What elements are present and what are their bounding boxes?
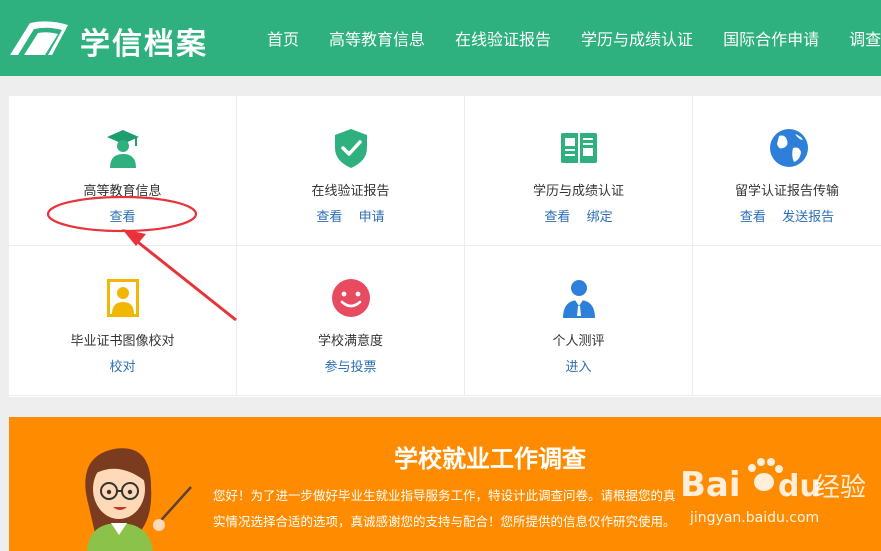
logo[interactable]: 学信档案: [8, 14, 206, 64]
service-label: 学历与成绩认证: [532, 184, 624, 199]
send-report-link[interactable]: 发送报告: [782, 210, 834, 225]
service-study-abroad-report: 留学认证报告传输 查看 发送报告: [693, 96, 881, 246]
nav-higher-education[interactable]: 高等教育信息: [314, 26, 440, 50]
logo-book-icon: [10, 21, 68, 55]
nav-home[interactable]: 首页: [252, 26, 314, 50]
view-link[interactable]: 查看: [740, 210, 766, 225]
portrait-icon: [106, 279, 139, 317]
shield-check-icon: [334, 129, 367, 168]
nav-online-verification[interactable]: 在线验证报告: [440, 26, 566, 50]
book-icon: [560, 133, 597, 163]
view-link[interactable]: 查看: [109, 210, 135, 225]
service-higher-education: 高等教育信息 查看: [9, 96, 237, 246]
nav-survey[interactable]: 调查/: [834, 26, 881, 50]
service-personal-assessment: 个人测评 进入: [465, 246, 693, 396]
person-icon: [562, 280, 595, 318]
enter-link[interactable]: 进入: [565, 360, 591, 375]
service-diploma-image-check: 毕业证书图像校对 校对: [9, 246, 237, 396]
banner-text-line-1: 您好！为了进一步做好毕业生就业指导服务工作，特设计此调查问卷。请根据您的真: [213, 488, 676, 503]
banner-title: 学校就业工作调查: [394, 445, 586, 473]
globe-icon: [770, 129, 808, 167]
logo-text: 学信档案: [80, 27, 208, 62]
service-label: 毕业证书图像校对: [70, 334, 175, 349]
service-label: 个人测评: [552, 334, 605, 349]
service-school-satisfaction: 学校满意度 参与投票: [237, 246, 465, 396]
service-certification: 学历与成绩认证 查看 绑定: [465, 96, 693, 246]
view-link[interactable]: 查看: [544, 210, 570, 225]
service-label: 留学认证报告传输: [734, 184, 839, 199]
smiley-icon: [331, 279, 370, 317]
main-nav: 首页 高等教育信息 在线验证报告 学历与成绩认证 国际合作申请 调查/: [252, 0, 881, 76]
nav-international[interactable]: 国际合作申请: [708, 26, 834, 50]
vote-link[interactable]: 参与投票: [324, 360, 376, 375]
nav-certification[interactable]: 学历与成绩认证: [566, 26, 708, 50]
apply-link[interactable]: 申请: [359, 210, 385, 225]
top-header: 学信档案 首页 高等教育信息 在线验证报告 学历与成绩认证 国际合作申请 调查/: [0, 0, 881, 76]
bind-link[interactable]: 绑定: [587, 210, 613, 225]
view-link[interactable]: 查看: [316, 210, 342, 225]
service-online-verification: 在线验证报告 查看 申请: [237, 96, 465, 246]
service-label: 高等教育信息: [83, 184, 162, 199]
services-grid: 高等教育信息 查看 在线验证报告 查看 申请 学历与成绩认证 查看 绑定 留学认…: [9, 96, 881, 397]
service-label: 在线验证报告: [311, 184, 390, 199]
empty-cell: [693, 246, 881, 396]
service-label: 学校满意度: [317, 334, 383, 349]
graduate-icon: [106, 130, 139, 168]
check-link[interactable]: 校对: [109, 360, 135, 375]
watermark-url: jingyan.baidu.com: [690, 510, 820, 526]
banner-text: 您好！为了进一步做好毕业生就业指导服务工作，特设计此调查问卷。请根据您的真 实情…: [213, 483, 853, 535]
survey-banner[interactable]: 学校就业工作调查 您好！为了进一步做好毕业生就业指导服务工作，特设计此调查问卷。…: [9, 417, 881, 551]
